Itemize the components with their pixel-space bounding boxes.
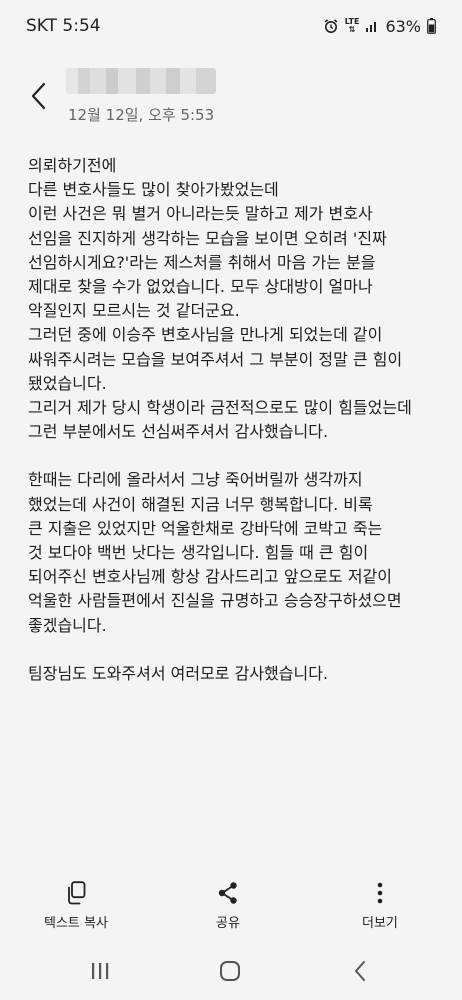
message-line: 악질인지 모르시는 것 같더군요. [28, 301, 240, 321]
message-line: 했었는데 사건이 해결된 지금 너무 행복합니다. 비록 [28, 494, 373, 514]
sender-name-redacted [66, 68, 216, 94]
message-line: 선임을 진지하게 생각하는 모습을 보이면 오히려 '진짜 [28, 228, 387, 248]
action-bar: 텍스트 복사 공유 더보기 [0, 878, 462, 938]
message-line: 의뢰하기전에 [28, 156, 117, 175]
share-button[interactable]: 공유 [216, 878, 240, 931]
message-timestamp: 12월 12일, 오후 5:53 [68, 106, 215, 124]
alarm-icon [323, 18, 339, 34]
network-arrows-icon: LTE ⇅ [344, 17, 360, 34]
message-line: 되어주신 변호사님께 항상 감사드리고 앞으로도 저같이 [28, 567, 392, 587]
status-right: LTE ⇅ 63% [323, 17, 436, 36]
copy-text-button[interactable]: 텍스트 복사 [44, 878, 108, 931]
message-line: 그런 부분에서도 선심써주셔서 감사했습니다. [28, 422, 329, 442]
message-line: 그리거 제가 당시 학생이라 금전적으로도 많이 힘들었는데 [28, 397, 412, 417]
message-line: 이런 사건은 뭐 별거 아니라는듯 말하고 제가 변호사 [28, 204, 373, 224]
back-icon [355, 961, 365, 981]
message-line: 싸워주시려는 모습을 보여주셔서 그 부분이 정말 큰 힘이 [28, 349, 403, 369]
copy-icon [66, 878, 86, 908]
message-header: 12월 12일, 오후 5:53 [0, 62, 462, 132]
message-line: 억울한 사람들편에서 진실을 규명하고 승승장구하셨으면 [28, 591, 402, 611]
more-label: 더보기 [362, 916, 398, 931]
message-line: 됐었습니다. [28, 373, 107, 393]
home-icon [220, 961, 240, 981]
message-line: 그러던 중에 이승주 변호사님을 만나게 되었는데 같이 [28, 325, 383, 345]
battery-percent: 63% [385, 16, 421, 36]
battery-icon [427, 18, 436, 34]
home-button[interactable] [217, 958, 243, 984]
signal-icon [365, 19, 379, 33]
message-line: 좋겠습니다. [28, 615, 107, 635]
carrier-time: SKT 5:54 [26, 16, 101, 36]
back-button[interactable] [24, 76, 54, 116]
chevron-left-icon [31, 82, 46, 110]
message-line: 팀장님도 도와주셔서 여러모로 감사했습니다. [28, 663, 329, 683]
message-line: 선임하시게요?'라는 제스처를 취해서 마음 가는 분을 [28, 252, 376, 272]
system-nav-bar [0, 950, 462, 994]
more-vertical-icon [377, 878, 383, 908]
nav-back-button[interactable] [350, 958, 370, 984]
message-line: 큰 지출은 있었지만 억울한채로 강바닥에 코박고 죽는 [28, 518, 383, 538]
message-body: 의뢰하기전에다른 변호사들도 많이 찾아가봤었는데이런 사건은 뭐 별거 아니라… [28, 154, 448, 686]
status-bar: SKT 5:54 LTE ⇅ 63% [0, 0, 462, 52]
share-icon [217, 878, 239, 908]
copy-text-label: 텍스트 복사 [44, 916, 108, 931]
more-button[interactable]: 더보기 [362, 878, 398, 931]
recents-icon [92, 963, 109, 979]
message-line: 다른 변호사들도 많이 찾아가봤었는데 [28, 180, 279, 200]
recents-button[interactable] [88, 958, 112, 984]
message-line [28, 638, 448, 662]
message-line: 것 보다야 백번 낫다는 생각입니다. 힘들 때 큰 힘이 [28, 543, 369, 562]
share-label: 공유 [216, 916, 240, 931]
message-line [28, 444, 448, 468]
message-line: 제대로 찾을 수가 없었습니다. 모두 상대방이 얼마나 [28, 276, 373, 296]
status-left: SKT 5:54 [26, 16, 101, 36]
message-line: 한때는 다리에 올라서서 그냥 죽어버릴까 생각까지 [28, 470, 363, 490]
